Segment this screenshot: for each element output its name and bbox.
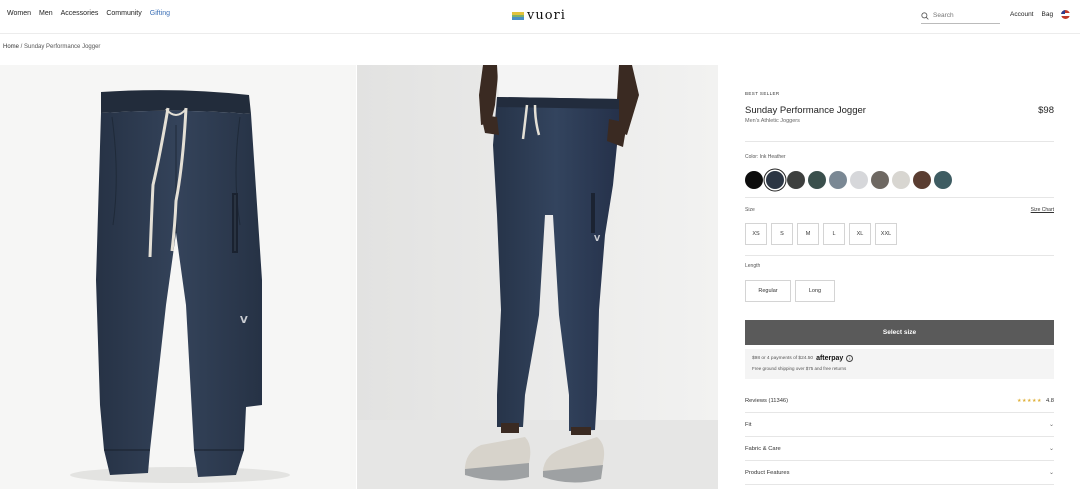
size-option-l[interactable]: L xyxy=(823,223,845,245)
afterpay-logo: afterpay xyxy=(816,355,844,362)
divider xyxy=(745,255,1054,256)
product-subtitle: Men's Athletic Joggers xyxy=(745,118,800,124)
rating-value: 4.8 xyxy=(1045,397,1054,404)
jogger-flat-illustration: V xyxy=(70,90,290,483)
afterpay-box: $98 or 4 payments of $24.50 afterpay i F… xyxy=(745,349,1054,379)
nav-men[interactable]: Men xyxy=(39,10,53,17)
search-icon xyxy=(921,11,929,20)
search-input[interactable] xyxy=(933,12,993,19)
color-swatch[interactable] xyxy=(787,171,805,189)
size-option-m[interactable]: M xyxy=(797,223,819,245)
color-swatch[interactable] xyxy=(892,171,910,189)
nav-accessories[interactable]: Accessories xyxy=(61,10,99,17)
accordion-label: Fit xyxy=(745,421,752,428)
chevron-down-icon: ⌄ xyxy=(1048,446,1054,452)
product-price: $98 xyxy=(1038,105,1054,116)
reviews-row[interactable]: Reviews (11346) ★★★★★ 4.8 xyxy=(745,389,1054,413)
afterpay-installments: $98 or 4 payments of $24.50 xyxy=(752,356,814,361)
color-swatch[interactable] xyxy=(871,171,889,189)
accordion-fit[interactable]: Fit ⌄ xyxy=(745,413,1054,437)
accordion-product-features[interactable]: Product Features ⌄ xyxy=(745,461,1054,485)
accordion-label: Fabric & Care xyxy=(745,445,781,452)
info-icon[interactable]: i xyxy=(846,355,854,362)
size-option-s[interactable]: S xyxy=(771,223,793,245)
length-label: Length xyxy=(745,263,761,269)
color-swatch[interactable] xyxy=(850,171,868,189)
best-seller-badge: BEST SELLER xyxy=(745,91,780,96)
primary-nav: Women Men Accessories Community Gifting xyxy=(7,10,170,17)
search-box[interactable] xyxy=(921,8,1000,24)
size-option-xl[interactable]: XL xyxy=(849,223,871,245)
breadcrumb-current: Sunday Performance Jogger xyxy=(24,44,101,50)
color-swatch[interactable] xyxy=(745,171,763,189)
size-label: Size xyxy=(745,207,755,213)
nav-community[interactable]: Community xyxy=(106,10,141,17)
logo-text: vuori xyxy=(527,8,566,23)
svg-text:V: V xyxy=(240,315,248,326)
size-option-xs[interactable]: XS xyxy=(745,223,767,245)
us-flag-icon[interactable] xyxy=(1061,10,1071,19)
color-swatch[interactable] xyxy=(934,171,952,189)
nav-women[interactable]: Women xyxy=(7,10,31,17)
size-option-xxl[interactable]: XXL xyxy=(875,223,897,245)
length-options: Regular Long xyxy=(745,280,835,302)
divider xyxy=(745,197,1054,198)
account-link[interactable]: Account xyxy=(1010,11,1034,18)
breadcrumb: Home / Sunday Performance Jogger xyxy=(3,44,100,50)
select-size-button[interactable]: Select size xyxy=(745,320,1054,345)
color-swatch[interactable] xyxy=(808,171,826,189)
breadcrumb-home[interactable]: Home xyxy=(3,44,19,50)
model-wearing-jogger-illustration: V xyxy=(357,65,718,489)
size-chart-link[interactable]: Size Chart xyxy=(1031,207,1054,213)
chevron-down-icon: ⌄ xyxy=(1048,422,1054,428)
size-options: XS S M L XL XXL xyxy=(745,223,897,245)
color-label: Color: Ink Heather xyxy=(745,154,786,160)
color-swatch[interactable] xyxy=(829,171,847,189)
product-image-flat[interactable]: V xyxy=(0,65,356,489)
product-image-model[interactable]: V xyxy=(357,65,718,489)
accordion-fabric-care[interactable]: Fabric & Care ⌄ xyxy=(745,437,1054,461)
color-swatches xyxy=(745,171,952,189)
bag-link[interactable]: Bag xyxy=(1042,11,1054,18)
accordion-label: Product Features xyxy=(745,469,790,476)
product-title: Sunday Performance Jogger xyxy=(745,105,866,116)
site-header: Women Men Accessories Community Gifting … xyxy=(0,0,1080,34)
length-option-long[interactable]: Long xyxy=(795,280,835,302)
star-rating-icon: ★★★★★ xyxy=(1017,397,1042,404)
reviews-label: Reviews (11346) xyxy=(745,397,789,404)
color-swatch[interactable] xyxy=(913,171,931,189)
nav-gifting[interactable]: Gifting xyxy=(150,10,170,17)
shipping-note: Free ground shipping over $75 and free r… xyxy=(752,366,847,371)
divider xyxy=(745,141,1054,142)
color-swatch-selected[interactable] xyxy=(766,171,784,189)
logo-mark-icon xyxy=(512,11,524,20)
length-option-regular[interactable]: Regular xyxy=(745,280,791,302)
svg-text:V: V xyxy=(594,234,601,243)
utility-nav: Account Bag xyxy=(1010,10,1071,19)
chevron-down-icon: ⌄ xyxy=(1048,470,1054,476)
brand-logo[interactable]: vuori xyxy=(512,8,566,23)
